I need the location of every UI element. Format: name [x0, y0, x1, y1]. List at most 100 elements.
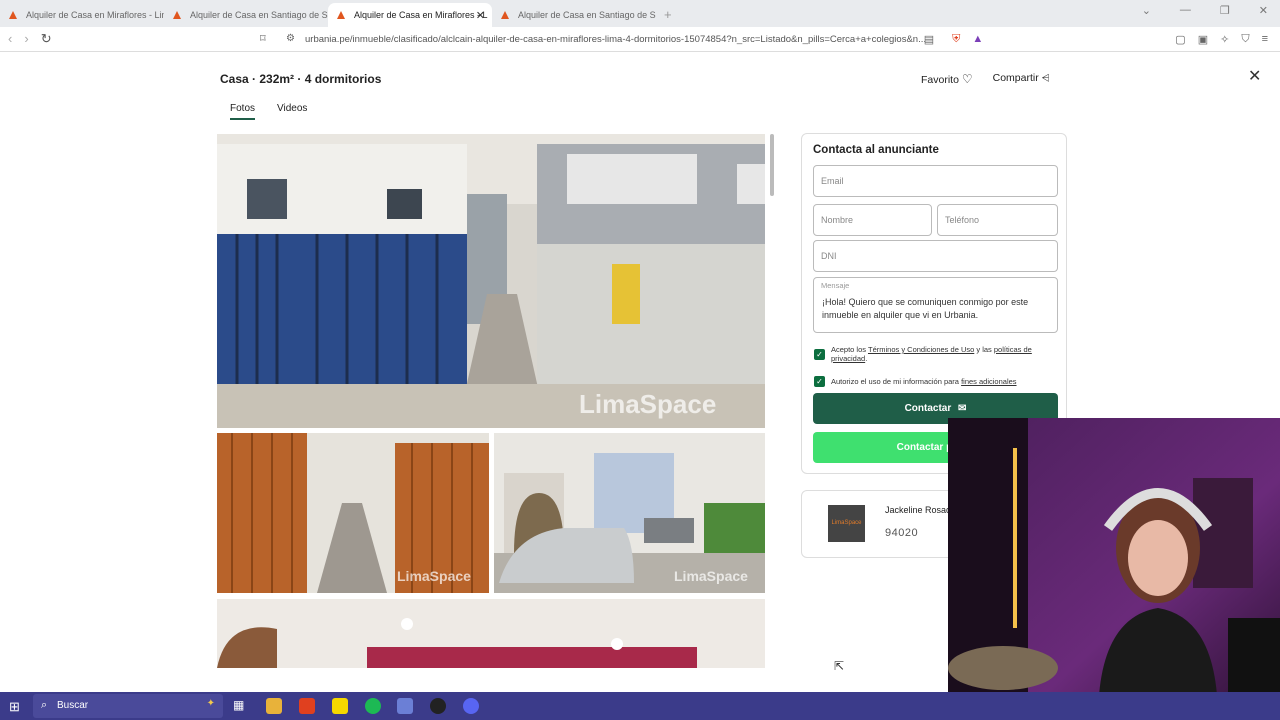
- reload-icon[interactable]: ↻: [41, 31, 52, 47]
- discord-icon[interactable]: [463, 698, 479, 714]
- additional-purposes-link[interactable]: fines adicionales: [961, 377, 1016, 386]
- message-label: Mensaje: [821, 281, 850, 290]
- terms-suffix: .: [865, 354, 868, 363]
- browser-tab-title: Alquiler de Casa en Miraflores - L: [354, 10, 488, 20]
- browser-tab-title: Alquiler de Casa en Miraflores - Lima: [26, 10, 164, 20]
- phone-field[interactable]: Teléfono: [937, 204, 1058, 236]
- watermark-text: LimaSpace: [397, 568, 471, 584]
- browser-tab[interactable]: Alquiler de Casa en Santiago de Surco: [164, 3, 328, 27]
- leo-icon[interactable]: ✧: [1220, 33, 1229, 46]
- terms-mid: y las: [974, 345, 994, 354]
- agent-name: Jackeline Rosad: [885, 505, 952, 515]
- brave-shield-icon[interactable]: ⛨: [952, 33, 960, 46]
- photo-thumb[interactable]: LimaSpace: [494, 433, 765, 593]
- obs-icon[interactable]: [430, 698, 446, 714]
- restore-icon[interactable]: ❐: [1220, 4, 1230, 17]
- name-field[interactable]: Nombre: [813, 204, 932, 236]
- authorize-checkbox[interactable]: ✓: [814, 376, 825, 387]
- terms-link[interactable]: Términos y Condiciones de Uso: [868, 345, 974, 354]
- taskbar-search-label: Buscar: [57, 700, 89, 711]
- search-icon: ⌕: [41, 699, 48, 711]
- reader-mode-icon[interactable]: ▤: [924, 33, 934, 46]
- watermark-text: LimaSpace: [579, 389, 717, 419]
- contact-button-label: Contactar: [904, 403, 952, 414]
- tab-videos[interactable]: Videos: [277, 103, 307, 120]
- photo-interior[interactable]: [217, 599, 765, 668]
- watermark-text: LimaSpace: [674, 568, 748, 584]
- email-field[interactable]: Email: [813, 165, 1058, 197]
- name-placeholder: Nombre: [821, 215, 854, 225]
- sidebar-icon[interactable]: ▢: [1175, 33, 1185, 46]
- agent-phone[interactable]: 94020: [885, 527, 918, 539]
- phone-placeholder: Teléfono: [945, 215, 980, 225]
- vpn-icon[interactable]: ⛉: [1241, 33, 1249, 46]
- task-view-icon[interactable]: ▦: [233, 698, 249, 714]
- file-explorer-icon[interactable]: [266, 698, 282, 714]
- url-text[interactable]: urbania.pe/inmueble/clasificado/alclcain…: [305, 34, 926, 45]
- wallet-icon[interactable]: ▣: [1198, 33, 1208, 46]
- back-icon[interactable]: ‹: [8, 31, 12, 47]
- window-controls: ⌄ — ❐ ✕: [1142, 4, 1280, 17]
- tab-search-icon[interactable]: ⌄: [1142, 4, 1151, 17]
- interior-photo-illustration: [217, 599, 765, 668]
- browser-tab-title: Alquiler de Casa en Santiago de Surco: [518, 10, 656, 20]
- browser-tab-title: Alquiler de Casa en Santiago de Surco: [190, 10, 328, 20]
- authorize-text: Autorizo el uso de mi información para f…: [831, 377, 1047, 386]
- heart-icon: ♡: [961, 72, 973, 86]
- browser-tab[interactable]: Alquiler de Casa en Santiago de Surco: [492, 3, 656, 27]
- share-label: Compartir: [992, 72, 1039, 84]
- brave-browser-icon[interactable]: [299, 698, 315, 714]
- favorite-button[interactable]: Favorito ♡: [921, 72, 973, 86]
- new-tab-button[interactable]: +: [664, 7, 672, 22]
- webcam-overlay: [948, 418, 1280, 720]
- share-icon: ⩤: [1041, 73, 1050, 84]
- agency-logo: LimaSpace: [828, 505, 865, 542]
- favorite-label: Favorito: [921, 74, 959, 86]
- photo-thumb[interactable]: LimaSpace: [217, 433, 489, 593]
- copilot-icon: ✦: [206, 698, 215, 709]
- mail-icon: ✉: [958, 403, 967, 414]
- site-info-icon[interactable]: ⚙: [286, 33, 295, 44]
- browser-tab-strip: Alquiler de Casa en Miraflores - Lima Al…: [0, 0, 1280, 27]
- main-photo[interactable]: LimaSpace: [217, 134, 765, 428]
- listing-title: Casa · 232m² · 4 dormitorios: [220, 72, 382, 86]
- email-placeholder: Email: [821, 176, 844, 186]
- browser-tab[interactable]: Alquiler de Casa en Miraflores - Lima: [0, 3, 164, 27]
- urbania-favicon-icon: [173, 11, 181, 19]
- browser-tab-active[interactable]: Alquiler de Casa en Miraflores - L ✕: [328, 3, 492, 27]
- minimize-icon[interactable]: —: [1180, 4, 1191, 17]
- close-tab-icon[interactable]: ✕: [476, 9, 485, 22]
- terms-prefix: Acepto los: [831, 345, 868, 354]
- gallery-scrollbar[interactable]: [770, 134, 774, 196]
- share-button[interactable]: Compartir ⩤: [993, 72, 1050, 86]
- spotify-icon[interactable]: [365, 698, 381, 714]
- dni-placeholder: DNI: [821, 251, 837, 261]
- house-photo-illustration: [217, 134, 765, 428]
- urbania-favicon-icon: [501, 11, 509, 19]
- webcam-feed-illustration: [948, 418, 1280, 720]
- address-bar: ‹ › ↻ ⌑ ⚙ urbania.pe/inmueble/clasificad…: [0, 27, 1280, 52]
- terms-checkbox[interactable]: ✓: [814, 349, 825, 360]
- app-icon[interactable]: [397, 698, 413, 714]
- windows-start-icon[interactable]: ⊞: [9, 699, 20, 715]
- message-text: ¡Hola! Quiero que se comuniquen conmigo …: [822, 297, 1029, 320]
- windows-taskbar: ⊞ ⌕ Buscar ✦ ▦: [0, 692, 1280, 720]
- bookmark-icon[interactable]: ⌑: [260, 32, 266, 45]
- taskbar-search[interactable]: ⌕ Buscar ✦: [33, 694, 223, 718]
- urbania-favicon-icon: [337, 11, 345, 19]
- message-field[interactable]: Mensaje ¡Hola! Quiero que se comuniquen …: [813, 277, 1058, 333]
- brave-rewards-icon[interactable]: ▲: [972, 33, 983, 46]
- urbania-favicon-icon: [9, 11, 17, 19]
- menu-icon[interactable]: ≡: [1262, 33, 1268, 46]
- terms-text: Acepto los Términos y Condiciones de Uso…: [831, 345, 1047, 363]
- authorize-prefix: Autorizo el uso de mi información para: [831, 377, 962, 386]
- dni-field[interactable]: DNI: [813, 240, 1058, 272]
- agency-logo-text: LimaSpace: [831, 520, 862, 526]
- sticky-notes-icon[interactable]: [332, 698, 348, 714]
- close-window-icon[interactable]: ✕: [1259, 4, 1268, 17]
- forward-icon[interactable]: ›: [24, 31, 28, 47]
- contact-heading: Contacta al anunciante: [813, 144, 939, 156]
- mouse-cursor-icon: ⇱: [834, 659, 845, 673]
- tab-fotos[interactable]: Fotos: [230, 103, 256, 120]
- close-modal-icon[interactable]: ✕: [1248, 66, 1261, 86]
